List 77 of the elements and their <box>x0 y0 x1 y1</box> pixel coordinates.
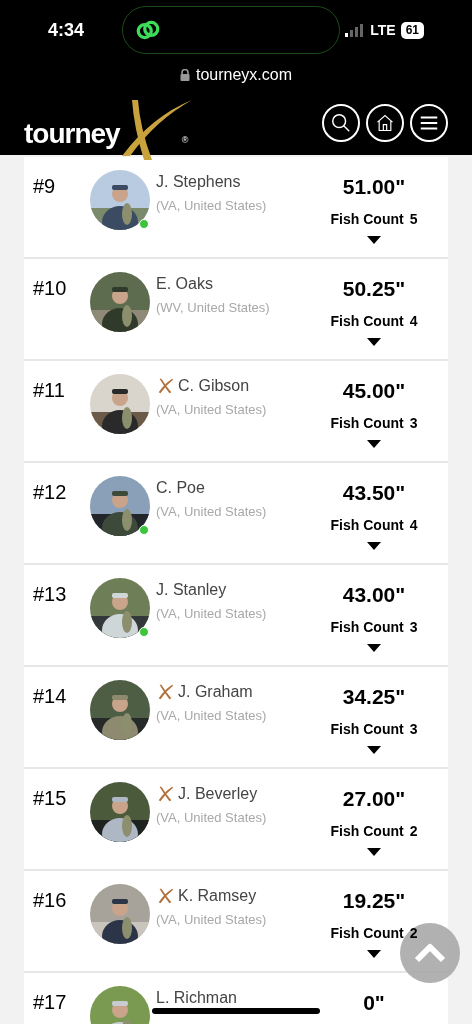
fish-count: 2 <box>409 822 418 841</box>
expand-caret-icon[interactable] <box>367 950 381 958</box>
total-length: 51.00" <box>342 176 406 197</box>
fish-count-label: Fish Count <box>330 822 404 841</box>
angler-name[interactable]: L. Richman <box>156 987 237 1009</box>
rank: #9 <box>33 176 57 199</box>
expand-caret-icon[interactable] <box>367 440 381 448</box>
fish-count: 4 <box>409 516 418 535</box>
angler-location: (VA, United States) <box>156 401 268 419</box>
total-length: 50.25" <box>342 278 406 299</box>
angler-name[interactable]: E. Oaks <box>156 273 213 295</box>
rank: #14 <box>33 686 68 709</box>
chevron-up-icon <box>414 943 446 963</box>
angler-location: (VA, United States) <box>156 605 268 623</box>
fish-count: 5 <box>409 210 418 229</box>
fish-count: 4 <box>409 312 418 331</box>
x-badge-icon <box>156 377 174 395</box>
angler-name[interactable]: K. Ramsey <box>178 885 257 907</box>
angler-location: (VA, United States) <box>156 197 268 215</box>
total-length: 45.00" <box>342 380 406 401</box>
fish-count-label: Fish Count <box>330 618 404 637</box>
rank: #17 <box>33 992 68 1015</box>
angler-location: (VA, United States) <box>156 911 268 929</box>
angler-name[interactable]: J. Graham <box>178 681 253 703</box>
network-type: LTE <box>370 20 396 40</box>
angler-name[interactable]: J. Stanley <box>156 579 227 601</box>
expand-caret-icon[interactable] <box>367 746 381 754</box>
angler-location: (VA, United States) <box>156 707 268 725</box>
fish-count-label: Fish Count <box>330 312 404 331</box>
registered-mark: ® <box>181 134 189 147</box>
x-badge-icon <box>156 887 174 905</box>
expand-caret-icon[interactable] <box>367 848 381 856</box>
fish-count: 3 <box>409 720 418 739</box>
rank: #15 <box>33 788 68 811</box>
expand-caret-icon[interactable] <box>367 236 381 244</box>
fish-count: 3 <box>409 618 418 637</box>
angler-name[interactable]: C. Poe <box>156 477 205 499</box>
angler-name[interactable]: C. Gibson <box>178 375 250 397</box>
rank: #11 <box>33 380 66 403</box>
expand-caret-icon[interactable] <box>367 542 381 550</box>
angler-location: (WV, United States) <box>156 299 271 317</box>
status-time: 4:34 <box>48 18 86 42</box>
home-icon <box>375 112 395 133</box>
expand-caret-icon[interactable] <box>367 644 381 652</box>
fish-count: 2 <box>409 924 418 943</box>
rank: #16 <box>33 890 68 913</box>
x-badge-icon <box>156 785 174 803</box>
logo-text[interactable]: tourney <box>24 119 120 148</box>
total-length: 27.00" <box>342 788 406 809</box>
fish-count-label: Fish Count <box>330 924 404 943</box>
total-length: 0" <box>363 992 385 1013</box>
total-length: 19.25" <box>342 890 406 911</box>
fish-count-label: Fish Count <box>330 414 404 433</box>
search-button[interactable] <box>322 103 360 142</box>
menu-button[interactable] <box>410 103 448 142</box>
rank: #13 <box>33 584 68 607</box>
angler-location: (VA, United States) <box>156 503 268 521</box>
total-length: 34.25" <box>342 686 406 707</box>
url-text[interactable]: tourneyx.com <box>195 63 292 87</box>
rank: #10 <box>33 278 68 301</box>
total-length: 43.50" <box>342 482 406 503</box>
battery-level: 61 <box>400 21 424 39</box>
fish-count-label: Fish Count <box>330 720 404 739</box>
signal-icon <box>345 23 366 37</box>
angler-location: (VA, United States) <box>156 809 268 827</box>
rank: #12 <box>33 482 68 505</box>
expand-caret-icon[interactable] <box>367 338 381 346</box>
total-length: 43.00" <box>342 584 406 605</box>
x-badge-icon <box>156 683 174 701</box>
angler-name[interactable]: J. Beverley <box>178 783 258 805</box>
fish-count-label: Fish Count <box>330 516 404 535</box>
home-button[interactable] <box>366 103 404 142</box>
fish-count: 3 <box>409 414 418 433</box>
angler-name[interactable]: J. Stephens <box>156 171 241 193</box>
lock-icon <box>179 69 190 81</box>
search-icon <box>330 111 352 134</box>
fish-count-label: Fish Count <box>330 210 404 229</box>
